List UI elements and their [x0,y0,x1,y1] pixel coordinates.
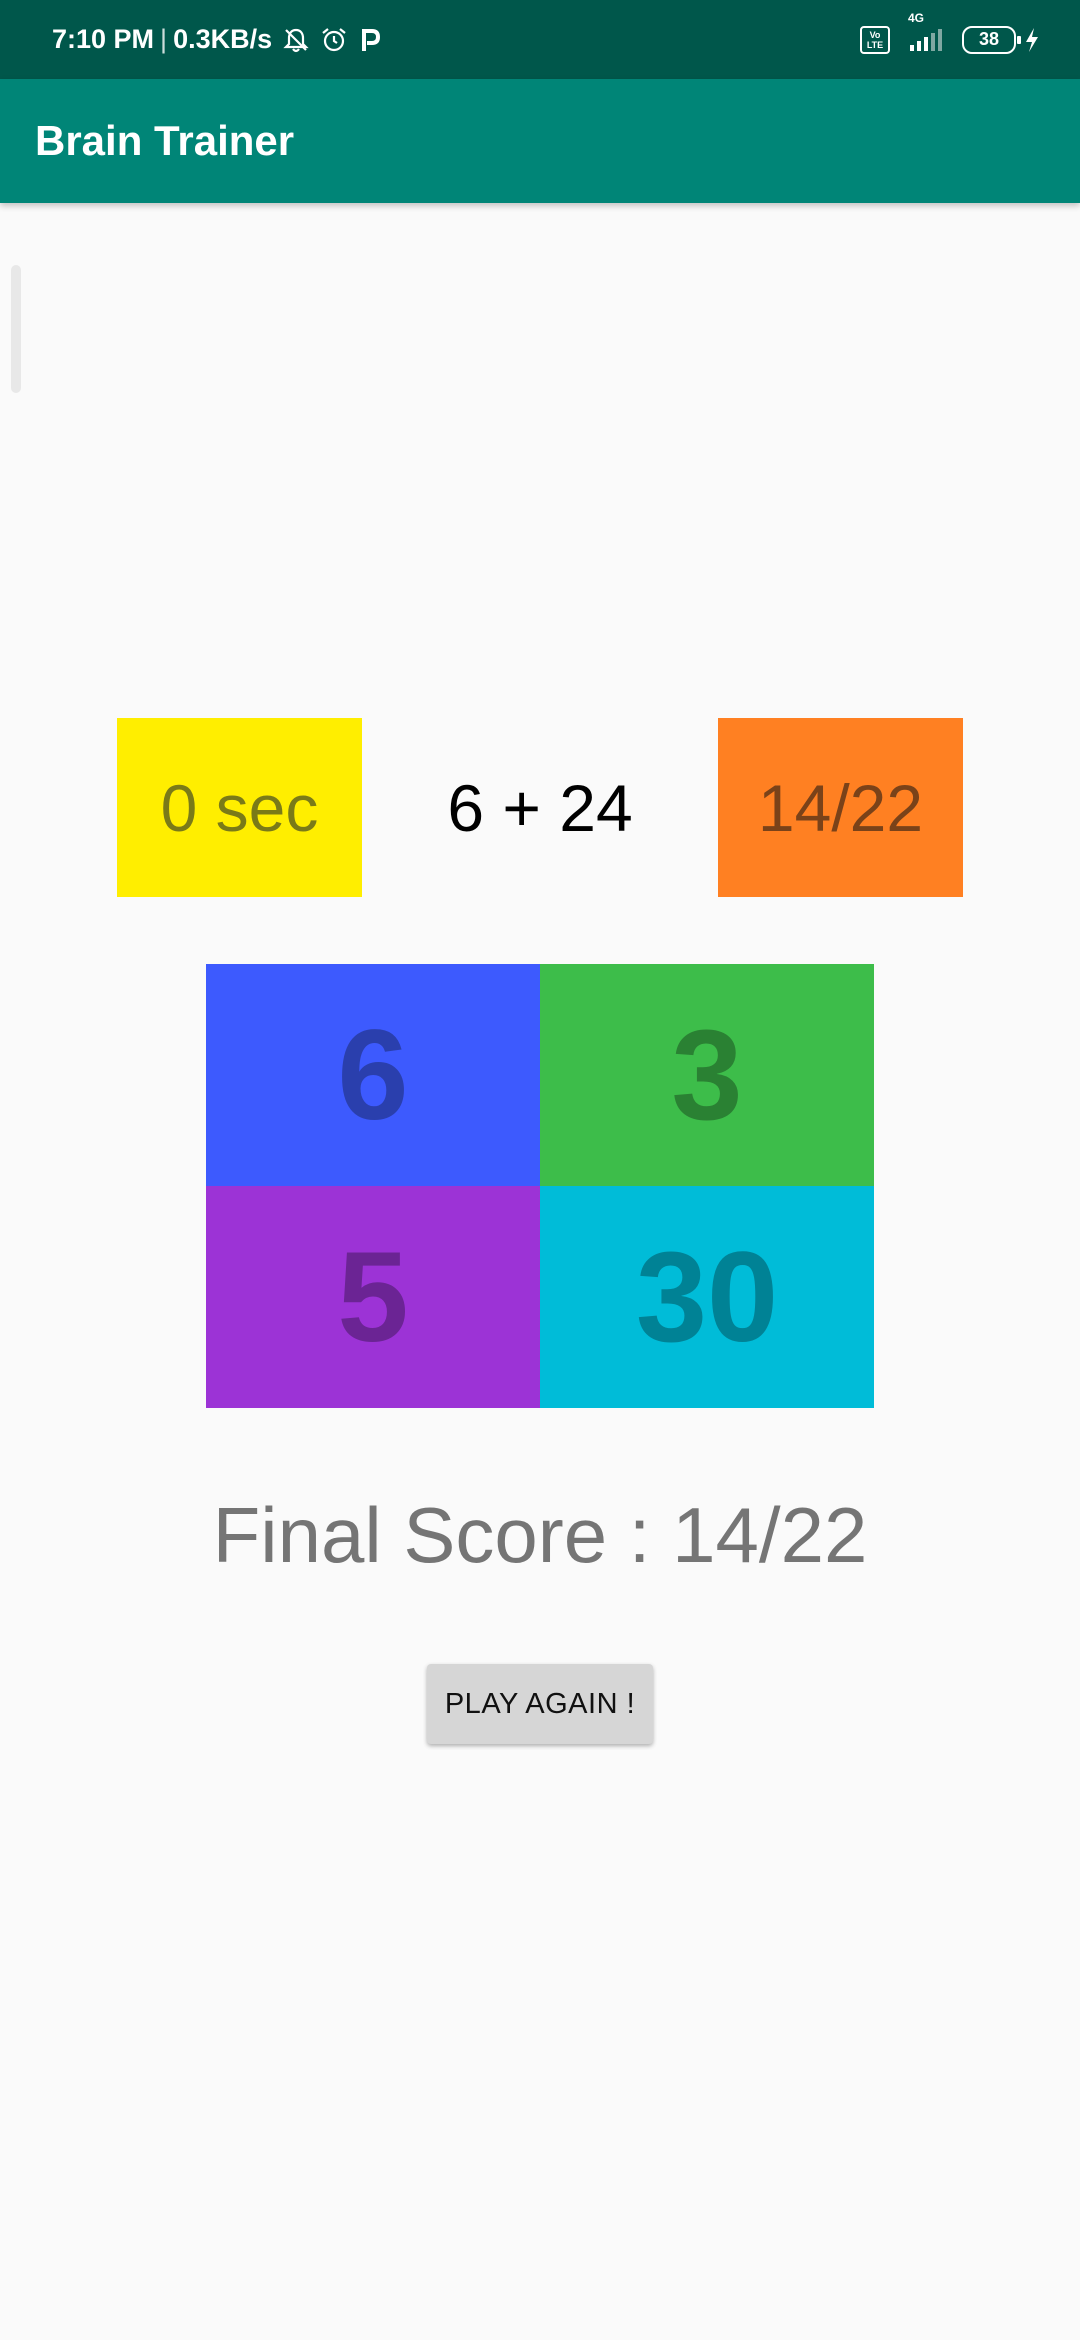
play-again-button[interactable]: PLAY AGAIN ! [427,1664,653,1744]
battery-level: 38 [978,29,1000,49]
network-speed: 0.3KB/s [173,24,273,54]
mute-notifications-icon [282,26,310,54]
status-left: 7:10 PM | 0.3KB/s [52,0,382,79]
status-separator: | [160,24,168,54]
answer-button-1[interactable]: 6 [206,964,540,1186]
app-title: Brain Trainer [35,117,295,164]
charging-icon [1024,27,1040,53]
app-bar: Brain Trainer [0,79,1080,203]
answer-button-2[interactable]: 3 [540,964,874,1186]
network-type-label: 4G [908,10,925,25]
status-right: Vo LTE 4G 38 [860,0,1040,79]
answer-button-4[interactable]: 30 [540,1186,874,1408]
timer-display: 0 sec [117,718,362,897]
answer-button-3[interactable]: 5 [206,1186,540,1408]
status-time: 7:10 PM [52,24,155,54]
paytm-icon [358,27,382,53]
signal-icon: 4G [908,11,948,53]
scroll-indicator [11,265,21,393]
score-display: 14/22 [718,718,963,897]
battery-icon: 38 [962,25,1021,54]
volte-icon: Vo LTE [860,25,890,54]
final-score-text: Final Score : 14/22 [212,1490,868,1579]
alarm-icon [320,26,348,54]
status-bar: 7:10 PM | 0.3KB/s Vo LTE 4G 38 [0,0,1080,79]
question-text: 6 + 24 [447,770,633,845]
answer-grid: 6 3 5 30 [206,964,874,1408]
